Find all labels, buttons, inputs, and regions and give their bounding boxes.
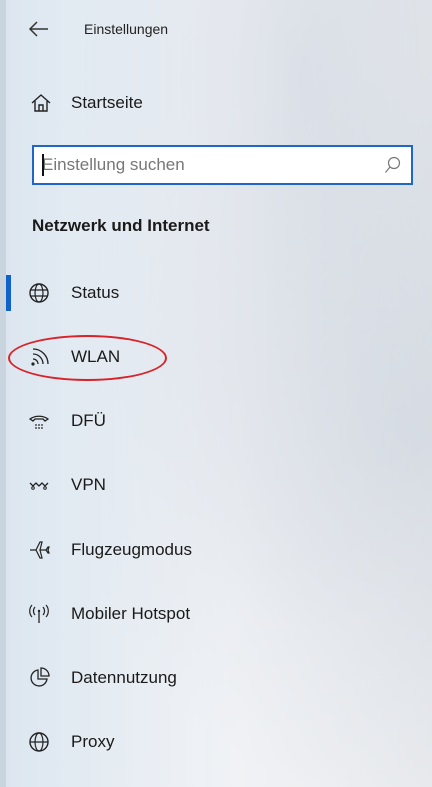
proxy-globe-icon [28, 731, 50, 753]
title-bar: Einstellungen [0, 0, 432, 60]
nav-label-dialup: DFÜ [71, 411, 106, 430]
nav-label-data-usage: Datennutzung [71, 668, 177, 687]
vpn-icon [28, 474, 50, 496]
airplane-icon [28, 539, 50, 561]
nav-item-data-usage[interactable]: Datennutzung [0, 656, 432, 700]
nav-label-mobile-hotspot: Mobiler Hotspot [71, 604, 191, 623]
nav-item-dialup[interactable]: DFÜ [0, 399, 432, 443]
nav-item-status[interactable]: Status [0, 271, 432, 315]
window-title: Einstellungen [84, 21, 169, 37]
search-box[interactable] [32, 145, 413, 185]
nav-item-mobile-hotspot[interactable]: Mobiler Hotspot [0, 592, 432, 636]
nav-label-wlan: WLAN [71, 347, 121, 366]
nav-label-status: Status [71, 283, 120, 302]
nav-label-proxy: Proxy [71, 732, 115, 751]
nav-item-vpn[interactable]: VPN [0, 463, 432, 507]
hotspot-icon [28, 603, 50, 625]
search-input[interactable] [34, 147, 372, 183]
nav-item-wlan[interactable]: WLAN [0, 335, 432, 379]
section-heading: Netzwerk und Internet [32, 216, 210, 235]
nav-label-vpn: VPN [71, 475, 106, 494]
globe-icon [28, 282, 50, 304]
wifi-icon [28, 346, 50, 368]
data-usage-icon [28, 667, 50, 689]
nav-label-airplane-mode: Flugzeugmodus [71, 540, 192, 559]
search-icon[interactable] [384, 156, 402, 174]
home-nav-item[interactable]: Startseite [30, 88, 143, 118]
dialup-icon [28, 410, 50, 432]
text-caret [42, 154, 44, 176]
home-label: Startseite [71, 93, 143, 112]
nav-item-proxy[interactable]: Proxy [0, 720, 432, 764]
home-icon [30, 92, 52, 114]
back-arrow-icon[interactable] [28, 20, 50, 38]
nav-item-airplane-mode[interactable]: Flugzeugmodus [0, 528, 432, 572]
